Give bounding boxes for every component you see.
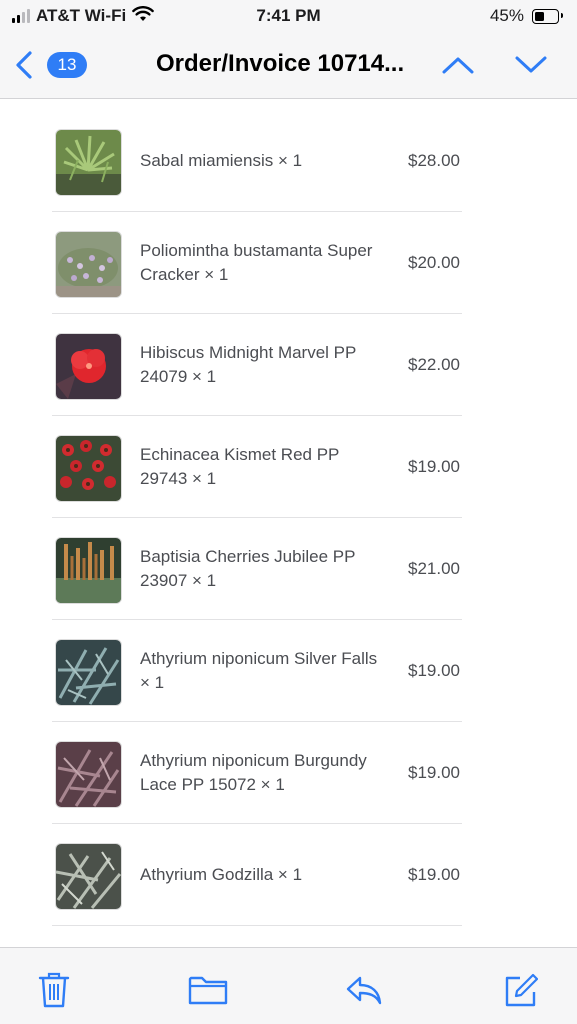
battery-icon — [532, 8, 563, 24]
red-coneflower-photo — [55, 435, 122, 502]
move-to-folder-button[interactable] — [188, 970, 228, 1010]
reply-button[interactable] — [344, 970, 384, 1010]
chevron-left-icon — [16, 51, 32, 79]
unread-count-badge[interactable]: 13 — [47, 52, 87, 78]
order-item-row: Baptisia Cherries Jubilee PP 23907 × 1 $… — [52, 518, 462, 620]
item-price: $19.00 — [408, 864, 460, 884]
order-item-row: Athyrium niponicum Burgundy Lace PP 1507… — [52, 722, 462, 824]
item-price: $20.00 — [408, 252, 460, 272]
red-hibiscus-photo — [55, 333, 122, 400]
item-name: Athyrium niponicum Silver Falls × 1 — [140, 648, 378, 692]
status-bar: AT&T Wi-Fi 7:41 PM 45% — [0, 0, 577, 32]
delete-button[interactable] — [34, 970, 74, 1010]
item-name: Poliomintha bustamanta Super Cracker × 1 — [140, 240, 373, 284]
order-item-row: Athyrium niponicum Silver Falls × 1 $19.… — [52, 620, 462, 722]
navigation-bar: 13 Order/Invoice 10714... — [0, 32, 577, 99]
item-name: Baptisia Cherries Jubilee PP 23907 × 1 — [140, 546, 356, 590]
chevron-down-icon — [515, 56, 547, 73]
item-price: $28.00 — [408, 150, 460, 170]
status-right: 45% — [489, 6, 563, 26]
item-price: $21.00 — [408, 558, 460, 578]
battery-percent: 45% — [489, 6, 524, 25]
shrub-photo — [55, 231, 122, 298]
burgundy-fern-photo — [55, 741, 122, 808]
silver-fern-photo — [55, 639, 122, 706]
item-name: Sabal miamiensis × 1 — [140, 150, 303, 170]
chevron-up-icon — [442, 57, 474, 74]
compose-icon — [505, 973, 538, 1007]
item-price: $19.00 — [408, 762, 460, 782]
order-items-list: Sabal miamiensis × 1 $28.00 Poliomintha … — [52, 110, 462, 926]
item-name: Echinacea Kismet Red PP 29743 × 1 — [140, 444, 340, 488]
item-price: $22.00 — [408, 354, 460, 374]
previous-message-button[interactable] — [440, 49, 476, 81]
message-subject-title: Order/Invoice 10714... — [156, 50, 405, 77]
order-item-row: Echinacea Kismet Red PP 29743 × 1 $19.00 — [52, 416, 462, 518]
item-name: Athyrium niponicum Burgundy Lace PP 1507… — [140, 750, 367, 794]
baptisia-photo — [55, 537, 122, 604]
item-price: $19.00 — [408, 456, 460, 476]
order-item-row: Sabal miamiensis × 1 $28.00 — [52, 110, 462, 212]
item-name: Athyrium Godzilla × 1 — [140, 864, 303, 884]
item-name: Hibiscus Midnight Marvel PP 24079 × 1 — [140, 342, 357, 386]
godzilla-fern-photo — [55, 843, 122, 910]
trash-icon — [38, 972, 70, 1008]
mail-message-screen: AT&T Wi-Fi 7:41 PM 45% 13 Order/Invoice … — [0, 0, 577, 1024]
order-item-row: Poliomintha bustamanta Super Cracker × 1… — [52, 212, 462, 314]
back-button[interactable] — [12, 49, 36, 81]
item-price: $19.00 — [408, 660, 460, 680]
compose-button[interactable] — [500, 970, 540, 1010]
bottom-toolbar — [0, 947, 577, 1024]
palm-photo — [55, 129, 122, 196]
reply-icon — [346, 976, 382, 1005]
folder-icon — [188, 976, 228, 1005]
order-item-row: Athyrium Godzilla × 1 $19.00 — [52, 824, 462, 926]
order-item-row: Hibiscus Midnight Marvel PP 24079 × 1 $2… — [52, 314, 462, 416]
next-message-button[interactable] — [513, 49, 549, 81]
